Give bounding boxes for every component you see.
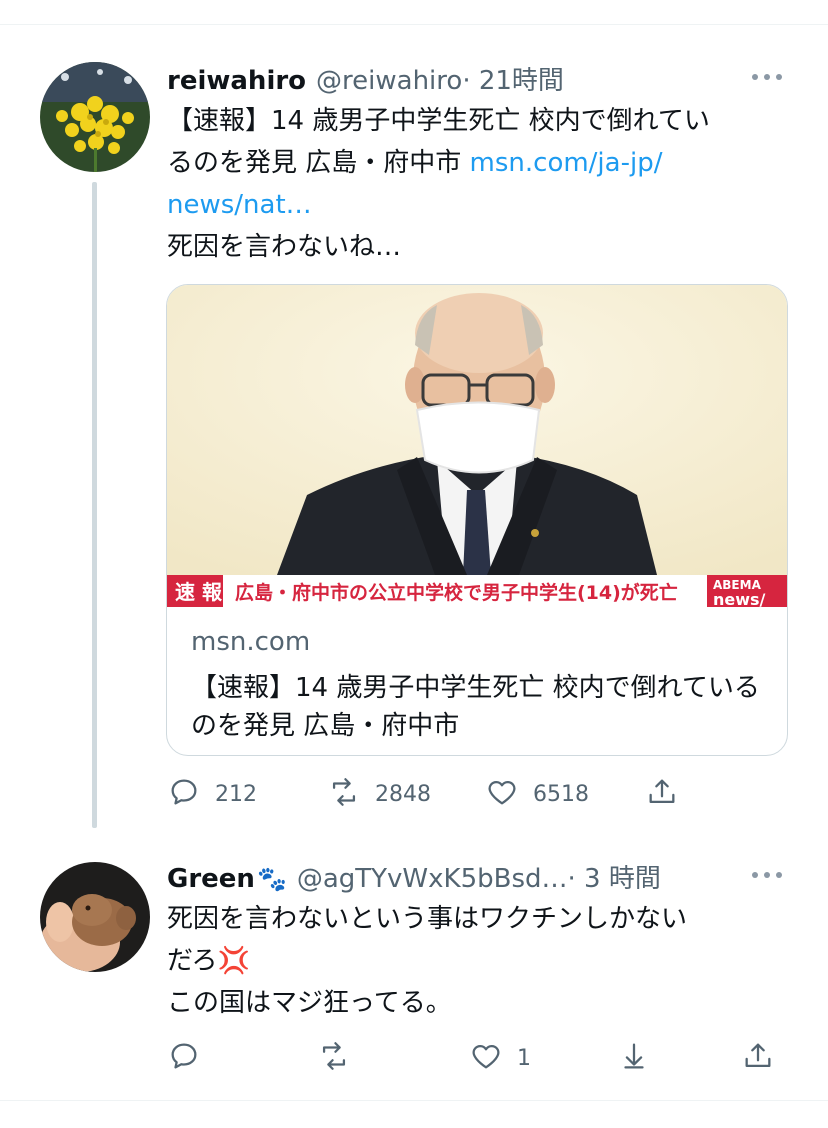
top-divider (0, 24, 828, 25)
retweet-icon (327, 775, 361, 813)
download-icon (617, 1039, 651, 1077)
anger-emoji: 💢 (217, 946, 250, 976)
thread-line (92, 182, 97, 828)
tweet-text-line: るのを発見 広島・府中市 msn.com/ja-jp/ (167, 142, 792, 184)
card-image: 速 報 広島・府中市の公立中学校で男子中学生(14)が死亡 ABEMA news… (167, 285, 787, 609)
reply-button[interactable] (167, 1038, 201, 1078)
tweet-header: reiwahiro @reiwahiro · 21時間 (167, 60, 564, 97)
like-button[interactable]: 1 (469, 1038, 531, 1078)
tweet-actions: 212 2848 6518 (167, 774, 792, 814)
retweet-button[interactable] (317, 1038, 351, 1078)
share-button[interactable] (645, 774, 679, 814)
tweet-text-segment: だろ (167, 946, 218, 976)
reply-count: 212 (215, 781, 257, 807)
display-name[interactable]: reiwahiro (167, 66, 306, 96)
timestamp[interactable]: · 3 時間 (568, 858, 661, 895)
reply-icon (167, 1039, 201, 1077)
banner-tag: 速 報 (175, 580, 223, 604)
like-button[interactable]: 6518 (485, 774, 589, 814)
handle[interactable]: @agTYvWxK5bBsd… (297, 864, 568, 894)
more-icon[interactable] (752, 872, 782, 880)
retweet-count: 2848 (375, 781, 431, 807)
tweet-link[interactable]: msn.com/ja-jp/ (470, 148, 663, 178)
share-icon (741, 1039, 775, 1077)
banner-text: 広島・府中市の公立中学校で男子中学生(14)が死亡 (235, 581, 678, 604)
avatar-green[interactable] (40, 862, 150, 972)
paw-emoji: 🐾 (256, 865, 287, 893)
bottom-divider (0, 1100, 828, 1101)
reply-button[interactable]: 212 (167, 774, 257, 814)
tweet-actions: 1 (167, 1038, 792, 1078)
like-count: 1 (517, 1045, 531, 1071)
tweet-header: Green 🐾 @agTYvWxK5bBsd… · 3 時間 (167, 858, 661, 895)
handle[interactable]: @reiwahiro (316, 66, 462, 96)
reply-icon (167, 775, 201, 813)
download-button[interactable] (617, 1038, 651, 1078)
tweet-text-line: この国はマジ狂ってる。 (167, 988, 452, 1018)
retweet-button[interactable]: 2848 (327, 774, 431, 814)
more-icon[interactable] (752, 74, 782, 82)
tweet-text-segment: るのを発見 広島・府中市 (167, 148, 470, 178)
like-count: 6518 (533, 781, 589, 807)
tweet-text-line: 死因を言わないという事はワクチンしかない (167, 904, 688, 934)
avatar-reiwahiro[interactable] (40, 62, 150, 172)
tweet-link[interactable]: news/nat… (167, 184, 792, 226)
tweet-text: 死因を言わないという事はワクチンしかない だろ💢 この国はマジ狂ってる。 (167, 898, 792, 1024)
tweet-text-line: だろ💢 (167, 940, 792, 982)
tweet-comment: 死因を言わないね… (167, 232, 402, 262)
heart-icon (485, 775, 519, 813)
share-button[interactable] (741, 1038, 775, 1078)
retweet-icon (317, 1039, 351, 1077)
card-domain: msn.com (191, 627, 311, 657)
card-title: 【速報】14 歳男子中学生死亡 校内で倒れているのを発見 広島・府中市 (191, 673, 760, 741)
tweet-text: 【速報】14 歳男子中学生死亡 校内で倒れてい るのを発見 広島・府中市 msn… (167, 100, 792, 268)
link-card[interactable]: 速 報 広島・府中市の公立中学校で男子中学生(14)が死亡 ABEMA news… (166, 284, 788, 756)
share-icon (645, 775, 679, 813)
heart-icon (469, 1039, 503, 1077)
timestamp[interactable]: · 21時間 (462, 60, 564, 97)
display-name[interactable]: Green (167, 864, 255, 894)
tweet-text-line: 【速報】14 歳男子中学生死亡 校内で倒れてい (167, 106, 710, 136)
banner-logo-line2: news/ (713, 590, 766, 607)
